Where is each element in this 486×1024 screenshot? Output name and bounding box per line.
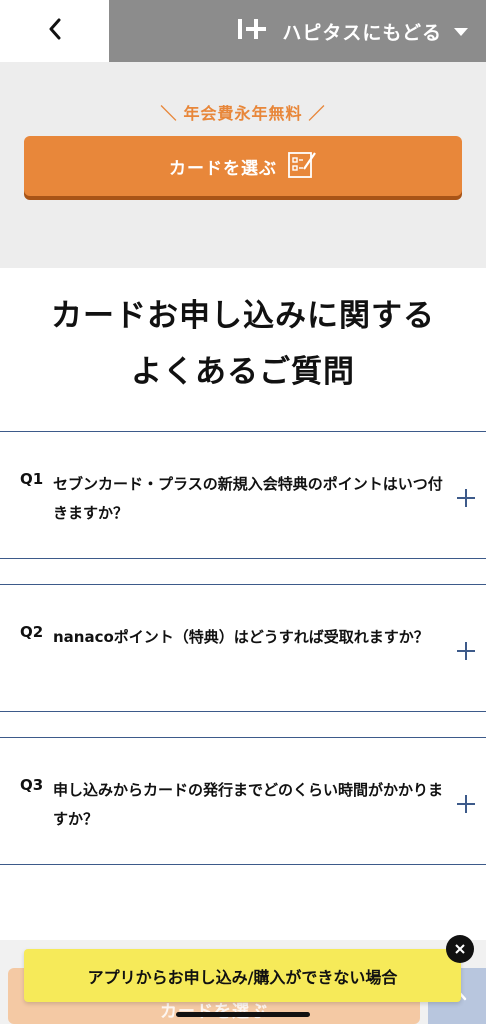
plus-icon[interactable] (455, 640, 477, 662)
home-indicator (176, 1012, 310, 1017)
faq-question: 申し込みからカードの発行までどのくらい時間がかかりますか？ (53, 781, 444, 828)
choose-card-button[interactable]: カードを選ぶ (24, 136, 462, 196)
faq-heading-line1: カードお申し込みに関する (51, 298, 435, 334)
app-help-banner[interactable]: アプリからお申し込み/購入ができない場合 (24, 949, 461, 1002)
faq-number: Q1 (20, 470, 44, 488)
faq-item-q2[interactable]: Q2 nanacoポイント（特典）はどうすれば受取れますか？ (0, 584, 486, 712)
hapitas-logo-icon (236, 17, 282, 45)
faq-question: セブンカード・プラスの新規入会特典のポイントはいつ付きますか？ (53, 475, 443, 522)
faq-heading-line2: よくあるご質問 (131, 354, 355, 390)
return-to-hapitas-button[interactable]: ハピタスにもどる (109, 0, 486, 62)
tag-slash-left: ＼ (160, 104, 178, 123)
close-icon[interactable] (446, 935, 474, 963)
faq-number: Q3 (20, 776, 44, 794)
checklist-icon (277, 149, 317, 183)
annual-fee-free-tag: ＼ 年会費永年無料 ／ (0, 100, 486, 124)
choose-card-label: カードを選ぶ (169, 158, 277, 179)
chevron-left-icon (47, 18, 63, 44)
return-label: ハピタスにもどる (282, 21, 442, 44)
faq-number: Q2 (20, 623, 44, 641)
faq-heading: カードお申し込みに関する よくあるご質問 (0, 288, 486, 400)
top-nav-bar: ハピタスにもどる (0, 0, 486, 62)
annual-fee-free-text: 年会費永年無料 (183, 104, 303, 123)
faq-question: nanacoポイント（特典）はどうすれば受取れますか？ (53, 628, 429, 646)
app-help-banner-label: アプリからお申し込み/購入ができない場合 (87, 967, 398, 987)
caret-down-icon (454, 22, 468, 41)
tag-slash-right: ／ (308, 104, 326, 123)
back-button[interactable] (0, 0, 109, 62)
faq-item-q3[interactable]: Q3 申し込みからカードの発行までどのくらい時間がかかりますか？ (0, 737, 486, 865)
promo-section: ＼ 年会費永年無料 ／ カードを選ぶ (0, 62, 486, 268)
faq-item-q1[interactable]: Q1 セブンカード・プラスの新規入会特典のポイントはいつ付きますか？ (0, 431, 486, 559)
plus-icon[interactable] (455, 793, 477, 815)
plus-icon[interactable] (455, 487, 477, 509)
